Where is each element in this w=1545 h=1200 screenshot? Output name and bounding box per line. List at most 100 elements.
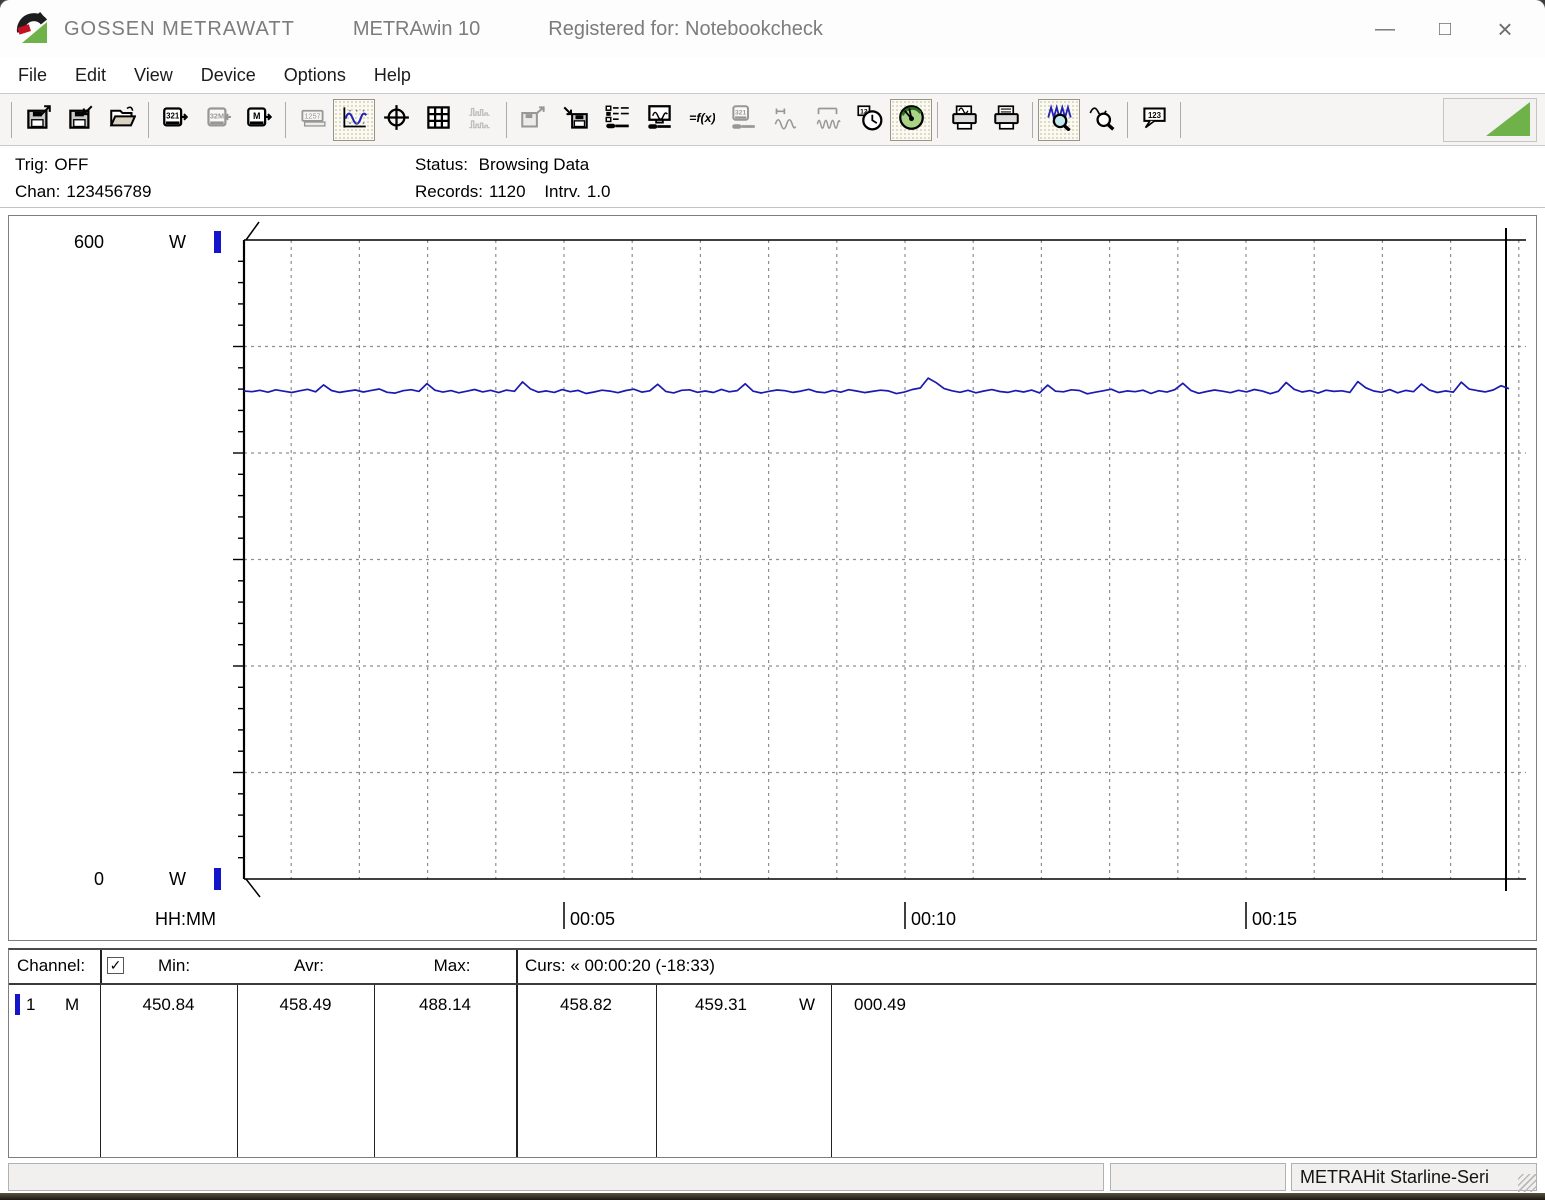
device-read-321-button[interactable]: 321 bbox=[154, 99, 196, 141]
device-gauge-button[interactable] bbox=[890, 99, 932, 141]
signal-single-button bbox=[764, 99, 806, 141]
channel-settings-button[interactable] bbox=[596, 99, 638, 141]
stat-avr-value: 458.49 bbox=[237, 995, 374, 1015]
view-table-button[interactable] bbox=[417, 99, 459, 141]
window-controls: — □ × bbox=[1355, 6, 1535, 52]
table-divider bbox=[831, 985, 832, 1157]
maximize-icon: □ bbox=[1439, 18, 1451, 41]
device-read-memory-button[interactable]: M bbox=[238, 99, 280, 141]
close-button[interactable]: × bbox=[1475, 6, 1535, 52]
gossen-metrawatt-logo-icon bbox=[14, 10, 52, 48]
menu-file[interactable]: File bbox=[4, 62, 61, 89]
status-label: Status: bbox=[415, 155, 468, 174]
channel-color-bar bbox=[15, 994, 20, 1015]
import-data-icon bbox=[562, 104, 589, 136]
value-unit: W bbox=[799, 995, 815, 1015]
status-bar: METRAHit Starline-Seri bbox=[8, 1163, 1537, 1193]
device-read-321-icon: 321 bbox=[162, 104, 189, 136]
print-button[interactable] bbox=[985, 99, 1027, 141]
toolbar-separator bbox=[285, 102, 286, 138]
status-line: Status: Browsing Data bbox=[415, 151, 617, 178]
annotation-button[interactable]: 123 bbox=[1133, 99, 1175, 141]
device-settings-icon: 321 bbox=[730, 104, 757, 136]
channel-visible-checkbox[interactable]: ✓ bbox=[107, 957, 124, 974]
file-save-import-button[interactable] bbox=[59, 99, 101, 141]
toolbar: 321 32M M 1257 =f(x) 321 12 123 bbox=[0, 93, 1545, 146]
svg-text:321: 321 bbox=[166, 111, 180, 120]
toolbar-separator bbox=[506, 102, 507, 138]
stat-min-value: 450.84 bbox=[100, 995, 237, 1015]
zoom-waveform-icon bbox=[1046, 104, 1073, 136]
trigger-status: Trig:OFF bbox=[15, 151, 157, 178]
channel-number: 1 bbox=[26, 995, 35, 1015]
menu-edit[interactable]: Edit bbox=[61, 62, 120, 89]
chan-value: 123456789 bbox=[66, 182, 151, 201]
file-save-export-button[interactable] bbox=[17, 99, 59, 141]
header-channel: Channel: bbox=[17, 956, 85, 976]
formula-fx-button[interactable]: =f(x) bbox=[680, 99, 722, 141]
print-preview-button[interactable] bbox=[943, 99, 985, 141]
resize-grip[interactable] bbox=[1518, 1174, 1536, 1192]
title-bar: GOSSEN METRAWATT METRAwin 10 Registered … bbox=[0, 0, 1545, 58]
view-crosshair-icon bbox=[383, 104, 410, 136]
folder-open-button[interactable] bbox=[101, 99, 143, 141]
content-divider bbox=[0, 207, 1545, 208]
connected-device-name: METRAHit Starline-Seri bbox=[1300, 1167, 1489, 1188]
monitor-settings-icon bbox=[646, 104, 673, 136]
channel-mode: M bbox=[65, 995, 79, 1015]
view-histogram-icon bbox=[467, 104, 494, 136]
time-settings-button[interactable]: 12 bbox=[848, 99, 890, 141]
svg-text:W: W bbox=[169, 232, 186, 252]
zoom-waveform-button[interactable] bbox=[1038, 99, 1080, 141]
toolbar-separator bbox=[1180, 102, 1181, 138]
device-read-memory-icon: M bbox=[246, 104, 273, 136]
header-max: Max: bbox=[407, 956, 497, 976]
svg-text:32M: 32M bbox=[209, 111, 223, 120]
table-divider bbox=[516, 950, 518, 983]
export-data-button bbox=[512, 99, 554, 141]
time-settings-icon: 12 bbox=[856, 104, 883, 136]
view-histogram-button bbox=[459, 99, 501, 141]
menu-view[interactable]: View bbox=[120, 62, 187, 89]
device-settings-button: 321 bbox=[722, 99, 764, 141]
channel-stats-table: Channel: ✓ Min: Avr: Max: Curs: « 00:00:… bbox=[8, 948, 1537, 1158]
chart-panel: 600W0WHH:MM00:0500:1000:15 bbox=[8, 215, 1537, 941]
monitor-settings-button[interactable] bbox=[638, 99, 680, 141]
cursor1-value: 458.82 bbox=[516, 995, 656, 1015]
view-crosshair-button[interactable] bbox=[375, 99, 417, 141]
formula-fx-icon: =f(x) bbox=[688, 104, 715, 136]
maximize-button[interactable]: □ bbox=[1415, 6, 1475, 52]
menu-options[interactable]: Options bbox=[270, 62, 360, 89]
view-table-icon bbox=[425, 104, 452, 136]
minimize-button[interactable]: — bbox=[1355, 6, 1415, 52]
signal-multi-button bbox=[806, 99, 848, 141]
menu-device[interactable]: Device bbox=[187, 62, 270, 89]
import-data-button[interactable] bbox=[554, 99, 596, 141]
view-waveform-icon bbox=[341, 104, 368, 136]
header-min: Min: bbox=[129, 956, 219, 976]
print-icon bbox=[993, 104, 1020, 136]
status-indicator-panel bbox=[1443, 98, 1537, 142]
device-send-32m-button: 32M bbox=[196, 99, 238, 141]
registered-for-text: Registered for: Notebookcheck bbox=[548, 18, 823, 41]
svg-text:00:15: 00:15 bbox=[1252, 909, 1297, 929]
file-save-export-icon bbox=[25, 104, 52, 136]
header-cursor-info: Curs: « 00:00:20 (-18:33) bbox=[525, 956, 715, 976]
trig-label: Trig: bbox=[15, 155, 48, 174]
chart-canvas[interactable]: 600W0WHH:MM00:0500:1000:15 bbox=[9, 216, 1534, 938]
folder-open-icon bbox=[109, 104, 136, 136]
toolbar-separator bbox=[1032, 102, 1033, 138]
svg-text:321: 321 bbox=[735, 109, 747, 116]
view-waveform-button[interactable] bbox=[333, 99, 375, 141]
records-value: 1120 bbox=[489, 182, 526, 201]
zoom-out-button[interactable] bbox=[1080, 99, 1122, 141]
table-body: 1 M 450.84 458.49 488.14 458.82 459.31 W… bbox=[9, 985, 1536, 1157]
chan-label: Chan: bbox=[15, 182, 60, 201]
display-values-icon: 1257 bbox=[299, 104, 326, 136]
export-data-icon bbox=[520, 104, 547, 136]
statusbar-message-panel bbox=[8, 1163, 1104, 1191]
svg-text:123: 123 bbox=[1147, 111, 1161, 120]
table-header-row: Channel: ✓ Min: Avr: Max: Curs: « 00:00:… bbox=[9, 950, 1536, 985]
menu-help[interactable]: Help bbox=[360, 62, 425, 89]
svg-text:0: 0 bbox=[94, 869, 104, 889]
